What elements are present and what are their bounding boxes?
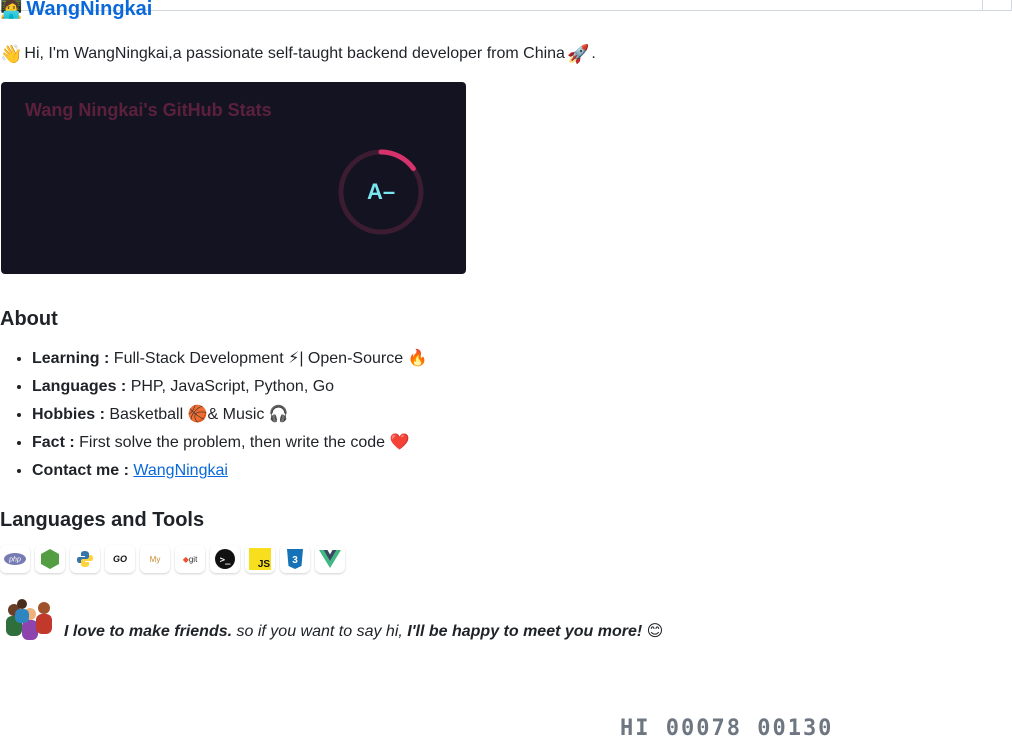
github-stats-card: Wang Ningkai's GitHub Stats A– (1, 82, 466, 274)
friends-message-part3: I'll be happy to meet you more! (407, 623, 643, 640)
intro-line: 👋 Hi, I'm WangNingkai,a passionate self-… (0, 42, 596, 66)
svg-text:JS: JS (258, 559, 271, 570)
about-value: PHP, JavaScript, Python, Go (130, 378, 335, 395)
svg-text:>_: >_ (220, 556, 231, 566)
css3-icon[interactable]: 3 (280, 545, 310, 573)
svg-text:php: php (8, 557, 21, 564)
friends-illustration (6, 599, 52, 640)
javascript-icon[interactable]: JS (245, 545, 275, 573)
smile-emoji: 😊 (642, 623, 664, 640)
about-label: Fact : (32, 434, 75, 451)
svg-text:3: 3 (292, 555, 298, 566)
about-label: Contact me : (32, 462, 129, 479)
git-icon[interactable]: ◆git (175, 545, 205, 573)
stats-card-title: Wang Ningkai's GitHub Stats (25, 100, 272, 120)
vue-icon[interactable] (315, 545, 345, 573)
profile-title: 🧑‍💻 WangNingkai (0, 0, 152, 24)
friends-section: I love to make friends. so if you want t… (0, 596, 663, 640)
about-label: Learning : (32, 350, 110, 367)
window-corner (982, 0, 1012, 11)
footer-counter: HI 00078 00130 (620, 716, 834, 738)
go-icon[interactable]: GO (105, 545, 135, 573)
php-icon[interactable]: php (0, 545, 30, 573)
friends-message: I love to make friends. so if you want t… (64, 620, 663, 644)
about-value: Basketball 🏀& Music 🎧 (109, 406, 289, 423)
about-item-contact: Contact me : WangNingkai (32, 457, 427, 485)
about-value: Full-Stack Development ⚡| Open-Source 🔥 (113, 350, 428, 367)
about-value: First solve the problem, then write the … (79, 434, 410, 451)
technologist-emoji: 🧑‍💻 (0, 0, 23, 19)
mysql-icon[interactable]: My (140, 545, 170, 573)
rocket-emoji: 🚀 (566, 44, 590, 64)
profile-title-link[interactable]: WangNingkai (26, 0, 152, 21)
python-icon[interactable] (70, 545, 100, 573)
intro-period: . (591, 45, 596, 62)
about-item-languages: Languages : PHP, JavaScript, Python, Go (32, 373, 427, 401)
about-label: Hobbies : (32, 406, 105, 423)
about-item-fact: Fact : First solve the problem, then wri… (32, 429, 427, 457)
about-heading: About (0, 308, 58, 330)
tools-heading: Languages and Tools (0, 509, 205, 531)
intro-text: Hi, I'm WangNingkai,a passionate self-ta… (24, 45, 565, 62)
about-item-learning: Learning : Full-Stack Development ⚡| Ope… (32, 345, 427, 373)
nodejs-icon[interactable] (35, 545, 65, 573)
about-list: Learning : Full-Stack Development ⚡| Ope… (0, 345, 427, 485)
tools-icon-row: php GO My ◆git >_ JS 3 (0, 545, 345, 573)
friends-message-part2: so if you want to say hi, (232, 623, 408, 640)
rank-grade: A– (366, 179, 396, 204)
about-item-hobbies: Hobbies : Basketball 🏀& Music 🎧 (32, 401, 427, 429)
terminal-icon[interactable]: >_ (210, 545, 240, 573)
about-label: Languages : (32, 378, 127, 395)
wave-emoji: 👋 (0, 44, 23, 64)
contact-link[interactable]: WangNingkai (133, 462, 228, 479)
friends-message-part1: I love to make friends. (64, 623, 233, 640)
